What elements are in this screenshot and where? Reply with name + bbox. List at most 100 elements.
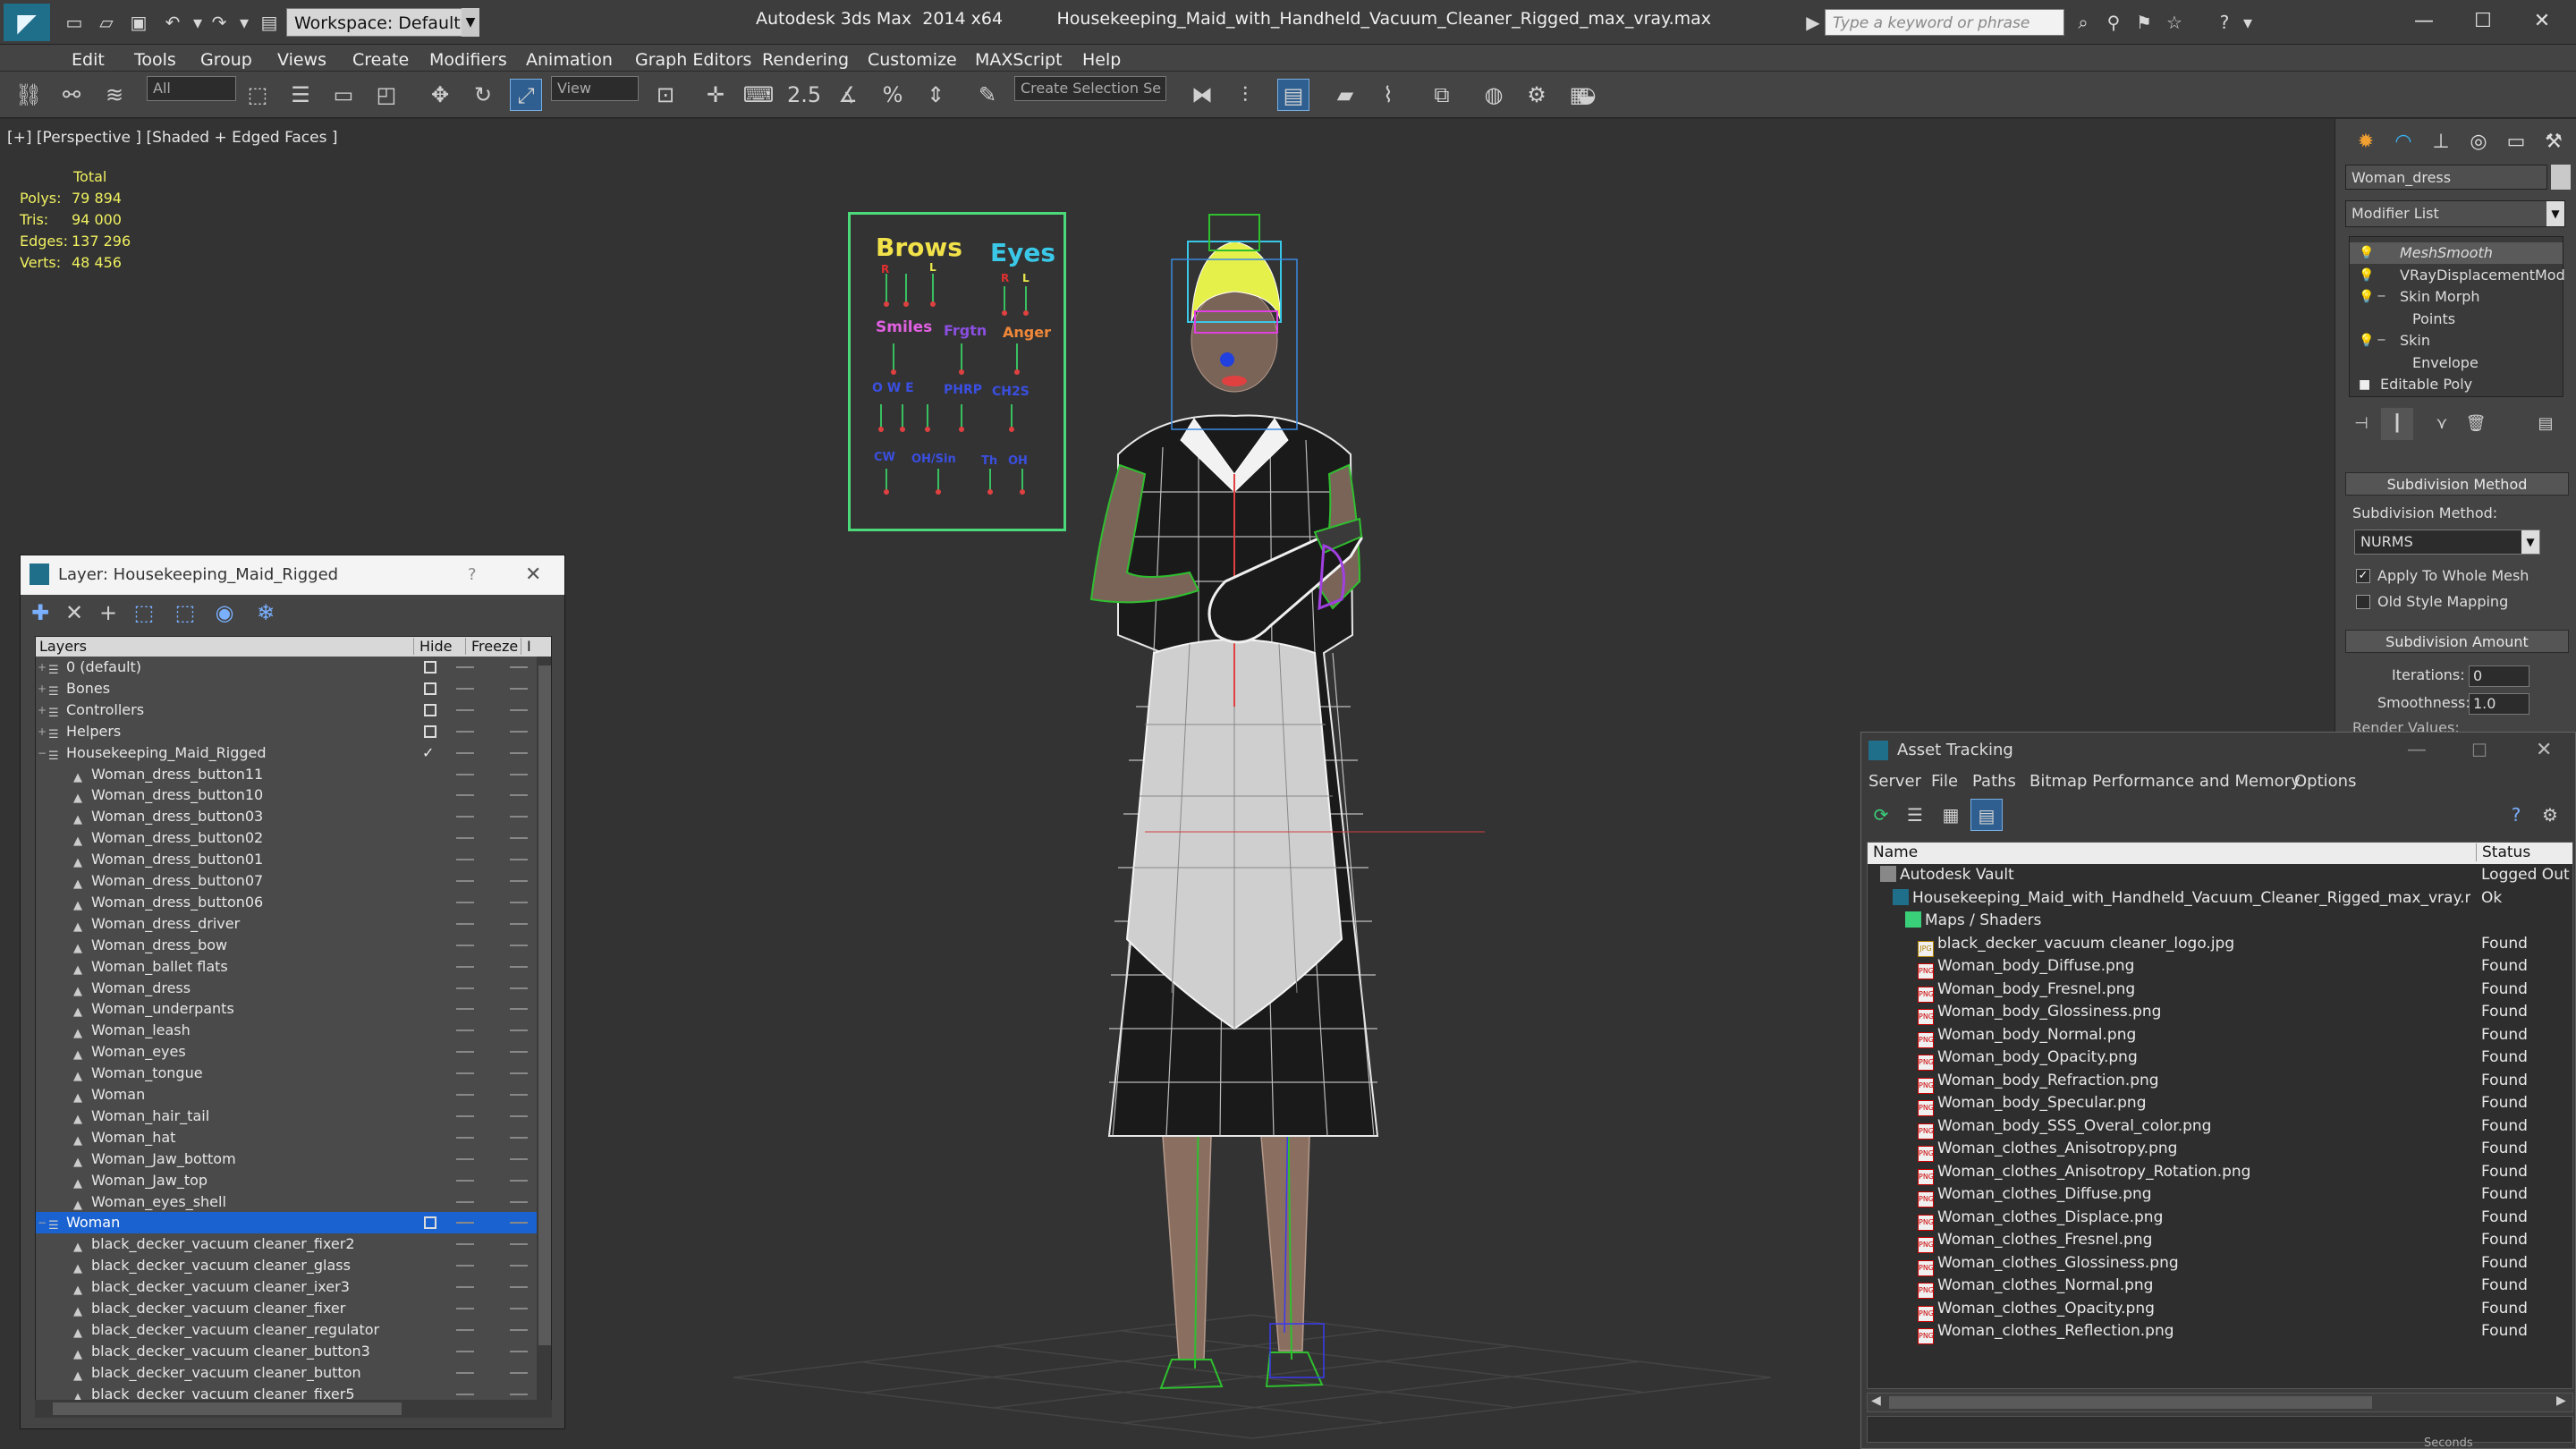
apply-whole-mesh-checkbox[interactable]: ✓ (2356, 569, 2370, 583)
expand-toggle-icon[interactable]: + (38, 657, 47, 678)
freeze-toggle[interactable] (510, 751, 528, 754)
freeze-toggle[interactable] (510, 880, 528, 882)
create-layer-icon[interactable]: ✚ (24, 597, 56, 629)
asset-tracking-titlebar[interactable]: Asset Tracking — ☐ ✕ (1861, 733, 2575, 768)
layer-row[interactable]: ▲ Woman_dress_button01 (36, 849, 537, 870)
help-button[interactable]: ? (468, 555, 477, 595)
freeze-toggle[interactable] (510, 1136, 528, 1139)
angle-snap-icon[interactable]: ∡ (832, 79, 864, 111)
communication-center-icon[interactable]: ⚑ (2132, 11, 2156, 34)
hide-toggle[interactable] (456, 859, 474, 861)
mirror-icon[interactable]: ⧓ (1186, 79, 1218, 111)
asset-menu-paths[interactable]: Paths (1972, 772, 2016, 791)
modifier-toggle-icon[interactable]: 💡 (2359, 242, 2374, 264)
asset-row[interactable]: Housekeeping_Maid_with_Handheld_Vacuum_C… (1868, 887, 2572, 911)
asset-options-icon[interactable]: ⚙ (2534, 799, 2566, 831)
iterations-spinner[interactable]: 0 (2469, 665, 2529, 687)
layer-row[interactable]: ▲ Woman_underpants (36, 998, 537, 1020)
open-file-icon[interactable]: ▱ (95, 11, 118, 34)
hide-toggle[interactable] (456, 901, 474, 903)
freeze-toggle[interactable] (510, 687, 528, 690)
freeze-toggle[interactable] (510, 773, 528, 775)
menu-customize[interactable]: Customize (868, 50, 957, 70)
redo-dropdown-icon[interactable]: ▾ (233, 11, 256, 34)
hide-toggle[interactable] (456, 730, 474, 733)
expand-toggle-icon[interactable]: + (38, 699, 47, 721)
freeze-toggle[interactable] (510, 944, 528, 946)
column-freeze[interactable]: Freeze (465, 638, 518, 655)
move-icon[interactable]: ✥ (424, 79, 456, 111)
layer-horizontal-scrollbar[interactable] (35, 1400, 552, 1418)
asset-row[interactable]: PNG Woman_body_Fresnel.png Found (1868, 979, 2572, 1003)
hide-toggle[interactable] (456, 1051, 474, 1054)
menu-modifiers[interactable]: Modifiers (429, 50, 507, 70)
asset-row[interactable]: PNG Woman_body_Glossiness.png Found (1868, 1001, 2572, 1025)
expand-toggle-icon[interactable]: + (38, 721, 47, 742)
asset-horizontal-scrollbar[interactable]: ◀ ▶ (1867, 1393, 2573, 1412)
render-setup-icon[interactable]: ⚙ (1521, 79, 1553, 111)
current-layer-check-icon[interactable]: ✓ (422, 742, 434, 764)
layer-row[interactable]: ▲ black_decker_vacuum cleaner_ixer3 (36, 1276, 537, 1298)
hide-toggle[interactable] (456, 837, 474, 840)
old-style-mapping-checkbox[interactable] (2356, 595, 2370, 609)
layer-row[interactable]: ▲ Woman_Jaw_top (36, 1170, 537, 1191)
menu-rendering[interactable]: Rendering (762, 50, 849, 70)
modifier-stack-item[interactable]: Points (2350, 309, 2563, 330)
current-layer-checkbox[interactable] (424, 703, 436, 716)
configure-sets-icon[interactable]: ▤ (2529, 408, 2562, 440)
layer-scroll-thumb[interactable] (538, 665, 551, 1345)
column-name[interactable]: Name (1873, 843, 1918, 861)
motion-tab-icon[interactable]: ◎ (2462, 126, 2495, 158)
hide-toggle[interactable] (456, 1114, 474, 1117)
pin-stack-icon[interactable]: ⊣ (2345, 408, 2377, 440)
asset-row[interactable]: PNG Woman_clothes_Normal.png Found (1868, 1275, 2572, 1299)
asset-help-icon[interactable]: ? (2500, 799, 2532, 831)
rotate-icon[interactable]: ↻ (467, 79, 499, 111)
close-button[interactable]: ✕ (2519, 5, 2565, 38)
menu-maxscript[interactable]: MAXScript (975, 50, 1063, 70)
current-layer-checkbox[interactable] (424, 661, 436, 674)
modifier-toggle-icon[interactable]: 💡 (2359, 330, 2374, 352)
utilities-tab-icon[interactable]: ⚒ (2538, 126, 2570, 158)
asset-row[interactable]: Maps / Shaders (1868, 910, 2572, 933)
freeze-toggle[interactable] (510, 1008, 528, 1011)
project-folder-icon[interactable]: ▤ (258, 11, 281, 34)
subdivision-amount-rollout[interactable]: Subdivision Amount (2345, 630, 2569, 653)
hide-toggle[interactable] (456, 1350, 474, 1352)
layer-row[interactable]: ▲ Woman_dress_button03 (36, 806, 537, 827)
redo-icon[interactable]: ↷ (208, 11, 231, 34)
link-icon[interactable]: ⛓ (13, 79, 45, 111)
select-in-layer-icon[interactable]: ⬚ (128, 597, 160, 629)
asset-maximize-button[interactable]: ☐ (2471, 733, 2487, 768)
hide-toggle[interactable] (456, 687, 474, 690)
remove-modifier-icon[interactable]: 🗑 (2460, 408, 2492, 440)
hide-toggle[interactable] (456, 751, 474, 754)
subdivision-method-rollout[interactable]: Subdivision Method (2345, 472, 2569, 496)
layer-row[interactable]: ▲ Woman_dress_bow (36, 935, 537, 956)
refresh-icon[interactable]: ⟳ (1865, 799, 1897, 831)
spinner-snap-icon[interactable]: ⇕ (919, 79, 952, 111)
create-tab-icon[interactable]: ✹ (2350, 126, 2382, 158)
hide-toggle[interactable] (456, 1243, 474, 1246)
list-view-icon[interactable]: ☰ (1899, 799, 1931, 831)
freeze-toggle[interactable] (510, 1179, 528, 1182)
freeze-toggle[interactable] (510, 1371, 528, 1374)
align-icon[interactable]: ⫶ (1229, 79, 1261, 111)
curve-editor-icon[interactable]: ⌇ (1372, 79, 1404, 111)
freeze-toggle[interactable] (510, 965, 528, 968)
asset-menu-bitmap-performance[interactable]: Bitmap Performance and Memory (2029, 772, 2301, 791)
modifier-list-chevron-icon[interactable]: ▼ (2546, 201, 2564, 226)
freeze-toggle[interactable] (510, 666, 528, 668)
layer-row[interactable]: ▲ Woman_dress_button02 (36, 827, 537, 849)
hide-toggle[interactable] (456, 1265, 474, 1267)
layer-row[interactable]: ▲ Woman_hair_tail (36, 1106, 537, 1127)
current-layer-checkbox[interactable] (424, 724, 436, 738)
column-render[interactable]: I (521, 638, 531, 655)
modifier-list-dropdown[interactable]: Modifier List ▼ (2345, 200, 2565, 227)
binoculars-icon[interactable]: ⌕ (2072, 11, 2095, 34)
snap-toggle-icon[interactable]: 2.5 (787, 79, 821, 111)
menu-group[interactable]: Group (200, 50, 252, 70)
modifier-stack-item[interactable]: Envelope (2350, 352, 2563, 374)
freeze-toggle[interactable] (510, 1308, 528, 1309)
asset-close-button[interactable]: ✕ (2536, 733, 2552, 768)
